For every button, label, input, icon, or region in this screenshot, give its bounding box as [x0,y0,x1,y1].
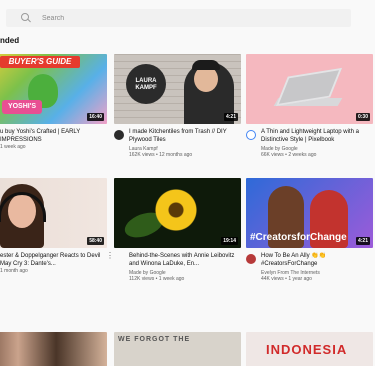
video-card[interactable]: 58:40 ester & Doppelganger Reacts to Dev… [0,178,114,274]
video-title[interactable]: How To Be An Ally 👏👏 #CreatorsForChange [261,253,368,268]
duration-badge: 16:40 [87,113,104,121]
google-logo-icon[interactable] [246,130,256,140]
video-title[interactable]: ester & Doppelganger Reacts to Devil May… [0,253,107,268]
thumbnail-text: INDONESIA [266,342,348,357]
video-title[interactable]: I made Kitchentiles from Trash // DIY Pl… [129,129,236,144]
thumbnail-text: WE FORGOT THE [118,336,191,343]
section-title: nded [0,36,20,45]
video-card[interactable]: #CreatorsforChange 4:21 How To Be An All… [246,178,373,282]
video-thumbnail[interactable]: BUYER'S GUIDE YOSHI'S 16:40 [0,54,107,124]
video-card[interactable]: 19:14 Behind-the-Scenes with Annie Leibo… [114,178,241,282]
video-card[interactable]: LAURA KAMPF 4:21 I made Kitchentiles fro… [114,54,241,158]
youtube-home: nded BUYER'S GUIDE YOSHI'S 16:40 u buy Y… [0,0,375,366]
video-thumbnail[interactable]: LAURA KAMPF 4:21 [114,54,241,124]
thumbnail-hashtag-text: #CreatorsforChange [250,232,347,243]
video-thumbnail[interactable]: WE FORGOT THE [114,332,241,366]
video-stats: 1 month ago [0,268,28,274]
channel-avatar[interactable] [246,254,256,264]
duration-badge: 4:21 [223,113,238,121]
video-title[interactable]: u buy Yoshi's Crafted | EARLY IMPRESSION… [0,129,107,144]
search-bar[interactable] [6,9,351,27]
video-card[interactable]: WE FORGOT THE [114,332,241,366]
search-icon[interactable] [20,12,32,24]
thumbnail-banner-text: BUYER'S GUIDE [0,56,80,68]
video-card[interactable]: BUYER'S GUIDE YOSHI'S 16:40 u buy Yoshi'… [0,54,107,150]
video-stats: 44K views • 1 year ago [261,276,312,282]
video-stats: 66K views • 2 weeks ago [261,152,317,158]
video-card[interactable]: INDONESIA [246,332,373,366]
video-stats: 1 week ago [0,144,26,150]
video-card[interactable]: 0:30 A Thin and Lightweight Laptop with … [246,54,373,158]
duration-badge: 19:14 [221,237,238,245]
video-title[interactable]: A Thin and Lightweight Laptop with a Dis… [261,129,368,144]
channel-avatar[interactable] [114,130,124,140]
duration-badge: 0:30 [355,113,370,121]
video-thumbnail[interactable]: INDONESIA [246,332,373,366]
video-card[interactable] [0,332,107,366]
video-thumbnail[interactable]: 19:14 [114,178,241,248]
thumbnail-logo-text: YOSHI'S [2,100,42,114]
video-stats: 112K views • 1 week ago [129,276,185,282]
video-stats: 162K views • 12 months ago [129,152,193,158]
video-thumbnail[interactable]: #CreatorsforChange 4:21 [246,178,373,248]
video-thumbnail[interactable]: 0:30 [246,54,373,124]
video-thumbnail[interactable] [0,332,107,366]
duration-badge: 58:40 [87,237,104,245]
video-title[interactable]: Behind-the-Scenes with Annie Leibovitz a… [129,253,236,268]
duration-badge: 4:21 [355,237,370,245]
video-thumbnail[interactable]: 58:40 [0,178,107,248]
search-input[interactable] [42,14,322,22]
more-options-icon[interactable]: ⋮ [106,252,114,260]
cap-shape [192,60,220,70]
sunflower-shape [154,188,198,232]
thumbnail-logo-text: LAURA KAMPF [126,64,166,104]
